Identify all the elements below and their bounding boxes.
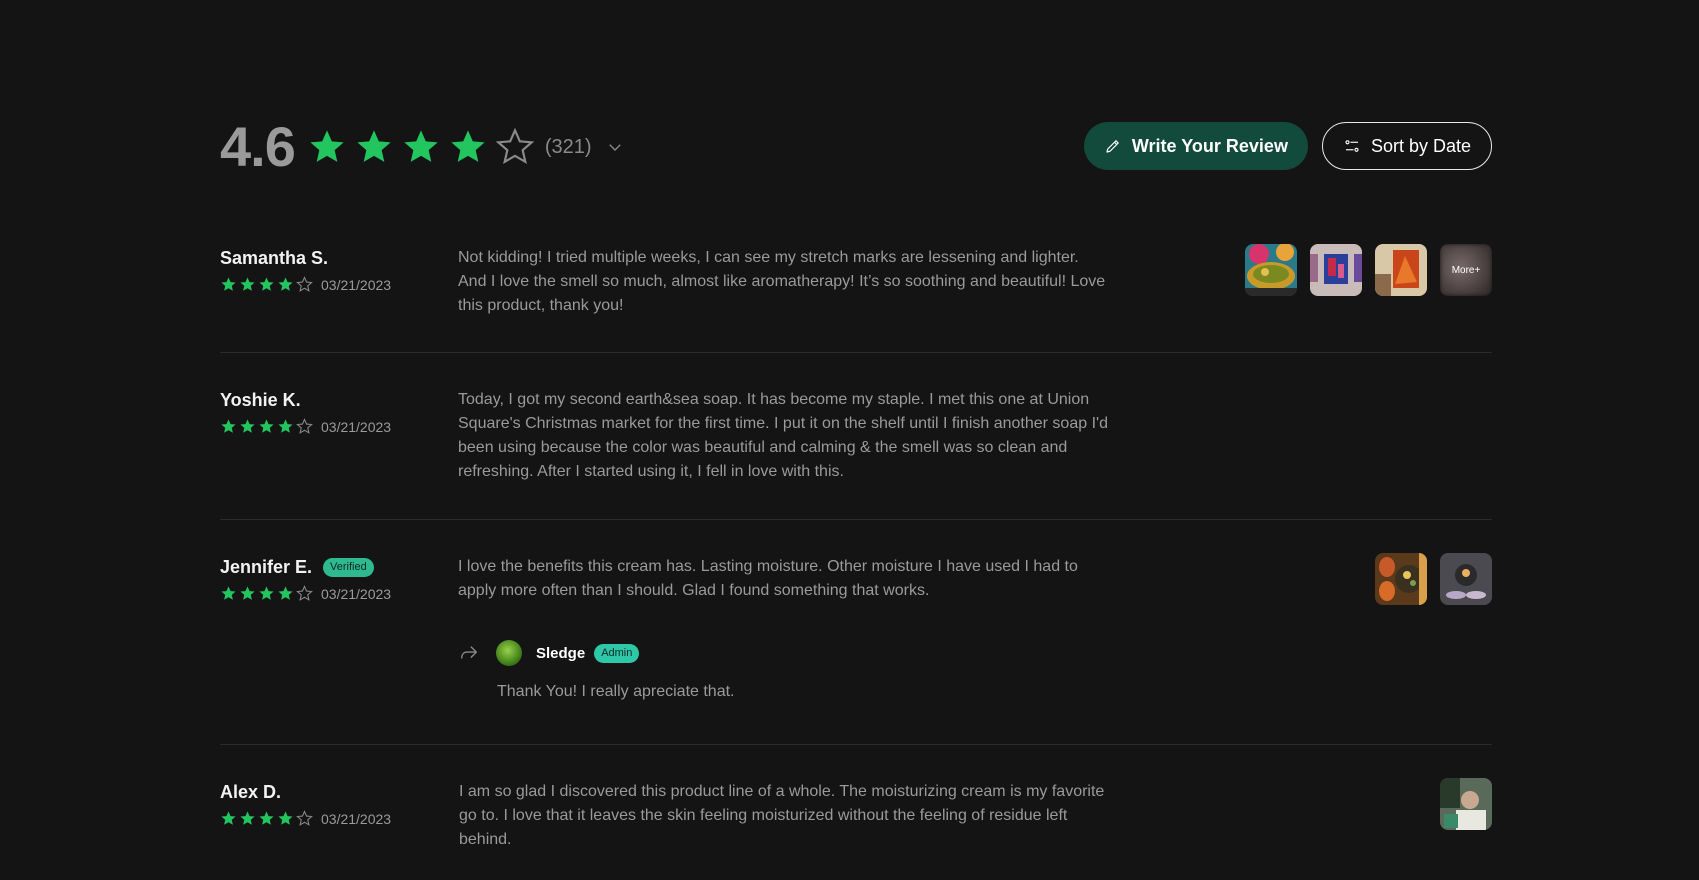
review-text: I am so glad I discovered this product l… <box>459 783 1105 848</box>
admin-badge: Admin <box>594 643 640 663</box>
pencil-icon <box>1106 140 1119 153</box>
star-filled-icon <box>278 419 293 433</box>
star-filled-icon <box>278 586 293 600</box>
star-empty-icon <box>296 585 313 601</box>
review-item: Jennifer E. Verified 03/21/2023 I love t… <box>220 553 1492 700</box>
sort-by-label: Sort by Date <box>1370 135 1471 156</box>
review-photo[interactable] <box>1375 244 1427 296</box>
average-stars <box>307 127 535 167</box>
admin-reply: Sledge Admin Thank You! I really aprecia… <box>458 639 1058 701</box>
star-filled-icon <box>221 277 236 291</box>
review-stars <box>220 276 313 293</box>
review-stars <box>220 810 313 827</box>
star-filled-icon <box>240 811 255 825</box>
star-filled-icon <box>221 586 236 600</box>
star-filled-icon <box>259 586 274 600</box>
review-photo[interactable] <box>1375 553 1427 605</box>
review-item: Yoshie K. 03/21/2023 Today, I got my sec… <box>220 388 1492 481</box>
star-filled-icon <box>404 130 438 162</box>
review-text: I love the benefits this cream has. Last… <box>458 558 1078 599</box>
review-item: Samantha S. 03/21/2023 Not kidding! I tr… <box>220 244 1492 314</box>
write-review-label: Write Your Review <box>1131 135 1288 156</box>
review-count: (321) <box>544 135 592 158</box>
review-item: Alex D. 03/21/2023 I am so glad I discov… <box>220 778 1492 848</box>
star-filled-icon <box>221 811 236 825</box>
star-empty-icon <box>296 276 313 292</box>
star-filled-icon <box>259 811 274 825</box>
more-photos-button[interactable]: More+ <box>1440 244 1492 296</box>
review-photo[interactable] <box>1245 244 1297 296</box>
review-stars <box>220 585 313 602</box>
star-filled-icon <box>310 130 344 162</box>
review-date: 03/21/2023 <box>321 810 392 827</box>
review-divider <box>220 744 1492 745</box>
chevron-down-icon[interactable] <box>606 138 624 156</box>
reply-author-name: Sledge <box>536 644 586 662</box>
review-text: Not kidding! I tried multiple weeks, I c… <box>458 249 1106 314</box>
star-empty-icon <box>296 810 313 826</box>
star-filled-icon <box>451 130 485 162</box>
star-filled-icon <box>259 419 274 433</box>
star-filled-icon <box>357 130 391 162</box>
review-photos <box>1440 778 1492 830</box>
filter-sliders-icon <box>1345 140 1359 152</box>
star-filled-icon <box>259 277 274 291</box>
reply-arrow-icon <box>460 646 478 659</box>
review-date: 03/21/2023 <box>321 585 392 602</box>
review-date: 03/21/2023 <box>321 418 392 435</box>
reply-text: Thank You! I really apreciate that. <box>497 683 735 700</box>
rating-summary: 4.6 (321) <box>220 118 624 176</box>
star-empty-icon <box>296 418 313 434</box>
star-filled-icon <box>240 586 255 600</box>
review-photo[interactable] <box>1440 778 1492 830</box>
review-divider <box>220 352 1492 353</box>
review-photos: More+ <box>1245 244 1492 296</box>
review-photos <box>1375 553 1492 605</box>
sort-by-date-button[interactable]: Sort by Date <box>1321 122 1492 170</box>
star-filled-icon <box>221 419 236 433</box>
avatar <box>496 640 522 666</box>
write-review-button[interactable]: Write Your Review <box>1083 122 1308 170</box>
review-stars <box>220 418 313 435</box>
review-divider <box>220 519 1492 520</box>
verified-badge: Verified <box>323 557 374 577</box>
star-filled-icon <box>278 277 293 291</box>
review-date: 03/21/2023 <box>321 276 392 293</box>
review-photo[interactable] <box>1310 244 1362 296</box>
star-filled-icon <box>278 811 293 825</box>
star-filled-icon <box>240 277 255 291</box>
review-actions: Write Your Review Sort by Date <box>1083 122 1492 170</box>
review-photo[interactable] <box>1440 553 1492 605</box>
star-empty-icon <box>495 127 535 165</box>
review-text: Today, I got my second earth&sea soap. I… <box>458 391 1108 480</box>
star-filled-icon <box>240 419 255 433</box>
average-rating: 4.6 <box>220 115 296 178</box>
more-photos-label: More+ <box>1451 264 1481 276</box>
